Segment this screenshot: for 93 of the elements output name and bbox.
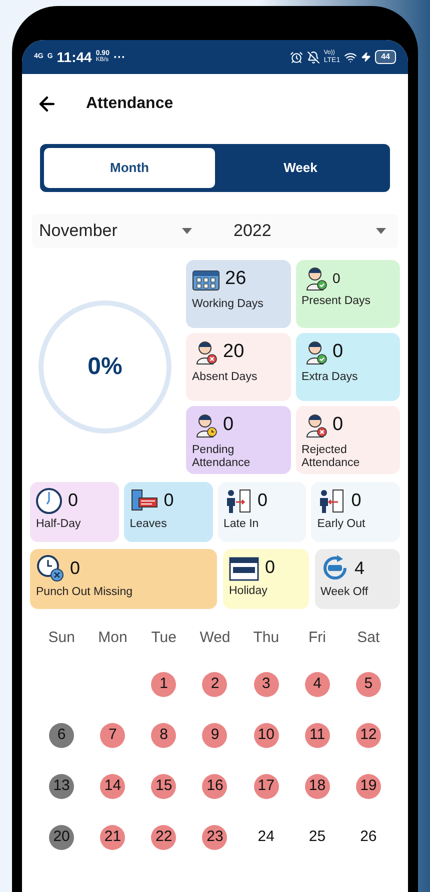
more-dots: ··· <box>113 49 126 66</box>
calendar-day[interactable]: 9 <box>202 722 228 748</box>
calendar-day[interactable]: 10 <box>254 722 279 748</box>
calendar-day[interactable]: 19 <box>356 774 381 798</box>
calendar-day[interactable]: 20 <box>49 824 74 850</box>
calendar-day[interactable]: 2 <box>202 672 228 696</box>
weekday-label: Sat <box>356 628 381 648</box>
status-time: 11:44 <box>56 48 92 66</box>
weekday-label: Thu <box>252 628 280 648</box>
circular-arrow-icon <box>320 554 348 582</box>
leave-note-icon <box>130 488 158 512</box>
stat-card[interactable]: 0 Present Days <box>296 260 400 328</box>
stat-label: Absent Days <box>192 370 258 384</box>
calendar-day[interactable]: 26 <box>356 824 381 850</box>
calendar-day[interactable]: 22 <box>151 824 176 850</box>
stat-label: Rejected Attendance <box>302 444 361 470</box>
stat-label: Leaves <box>130 518 168 531</box>
weekday-label: Fri <box>308 628 328 648</box>
stat-label: Pending Attendance <box>192 444 252 470</box>
progress-reading: 0% <box>88 352 122 382</box>
stat-card[interactable]: 0 Holiday <box>223 549 308 609</box>
calendar-day[interactable]: 25 <box>304 824 330 850</box>
stat-label: Present Days <box>302 295 372 308</box>
weekday-label: Mon <box>97 628 128 648</box>
stat-card[interactable]: 4 Week Off <box>314 549 400 609</box>
calendar-day[interactable]: 18 <box>304 774 330 798</box>
calendar-day[interactable]: 5 <box>356 672 381 696</box>
stat-card[interactable]: 0 Pending Attendance <box>186 406 290 474</box>
stat-value: 0 <box>223 413 234 437</box>
stat-value: 0 <box>332 268 340 288</box>
stat-label: Punch Out Missing <box>36 586 134 599</box>
calendar-day[interactable]: 24 <box>254 824 279 850</box>
stat-value: 0 <box>68 489 78 512</box>
calendar-day[interactable]: 8 <box>151 722 176 748</box>
stat-card[interactable]: 0 Half-Day <box>30 482 119 542</box>
weekday-label: Sun <box>47 628 76 648</box>
calendar-day[interactable]: 17 <box>254 774 279 798</box>
calendar-icon <box>229 554 259 580</box>
stat-card[interactable]: 0 Extra Days <box>296 333 400 401</box>
stat-value: 0 <box>70 556 80 580</box>
stat-value: 26 <box>225 267 246 291</box>
calendar-day[interactable]: 7 <box>100 722 126 748</box>
tab[interactable]: Month <box>44 148 215 188</box>
calendar-day[interactable]: 16 <box>202 774 228 798</box>
calendar-day[interactable]: 4 <box>304 672 330 696</box>
stat-label: Early Out <box>317 518 366 531</box>
calendar-day[interactable]: 15 <box>151 774 176 798</box>
stat-card[interactable]: 20 Absent Days <box>186 333 290 401</box>
calendar-day[interactable]: 6 <box>49 722 74 748</box>
charging-icon <box>361 52 372 62</box>
dropdown[interactable]: November <box>32 214 212 248</box>
stat-label: Working Days <box>192 298 264 310</box>
tab[interactable]: Week <box>215 148 386 188</box>
stat-value: 0 <box>351 489 362 512</box>
calendar-day[interactable]: 21 <box>100 824 126 850</box>
stat-card[interactable]: 0 Early Out <box>311 482 400 542</box>
wifi-icon <box>344 50 358 64</box>
stat-card[interactable]: 0 Late In <box>218 482 306 542</box>
clock-icon <box>36 488 62 514</box>
stat-value: 0 <box>265 556 276 579</box>
stat-value: 0 <box>332 340 344 364</box>
stat-card[interactable]: 0 Leaves <box>124 482 212 542</box>
person-door-icon <box>317 488 346 514</box>
stat-label: Extra Days <box>302 370 359 384</box>
stat-value: 20 <box>223 340 244 364</box>
stat-label: Late In <box>224 518 260 531</box>
stat-card[interactable]: 0 Rejected Attendance <box>296 406 400 474</box>
bell-off-icon <box>306 50 320 64</box>
calendar-day[interactable]: 3 <box>254 672 279 696</box>
stat-value: 0 <box>258 489 268 512</box>
stat-value: 4 <box>354 556 365 580</box>
stat-card[interactable]: 26 Working Days <box>186 260 290 328</box>
stat-label: Holiday <box>229 585 268 598</box>
battery-indicator: 44 <box>375 50 396 64</box>
caret-icon <box>376 228 386 234</box>
weekday-label: Wed <box>198 628 232 648</box>
calendar-day[interactable]: 11 <box>304 722 330 748</box>
stat-label: Half-Day <box>36 518 82 531</box>
stat-label: Week Off <box>320 586 370 599</box>
page-title: Attendance <box>86 94 174 114</box>
alarm-icon <box>290 50 303 64</box>
calendar-day[interactable]: 1 <box>151 672 176 696</box>
weekday-label: Tue <box>150 628 178 648</box>
calendar-day[interactable]: 23 <box>202 824 228 850</box>
stat-value: 0 <box>164 489 174 512</box>
stat-value: 0 <box>332 413 344 437</box>
clock-cross-icon <box>36 554 64 582</box>
dropdown[interactable]: 2022 <box>212 214 398 248</box>
calendar-day[interactable]: 12 <box>356 722 381 748</box>
calendar-day[interactable]: 14 <box>100 774 126 798</box>
calendar-day[interactable]: 13 <box>49 774 74 798</box>
caret-icon <box>182 228 192 234</box>
stat-card[interactable]: 0 Punch Out Missing <box>30 549 217 609</box>
